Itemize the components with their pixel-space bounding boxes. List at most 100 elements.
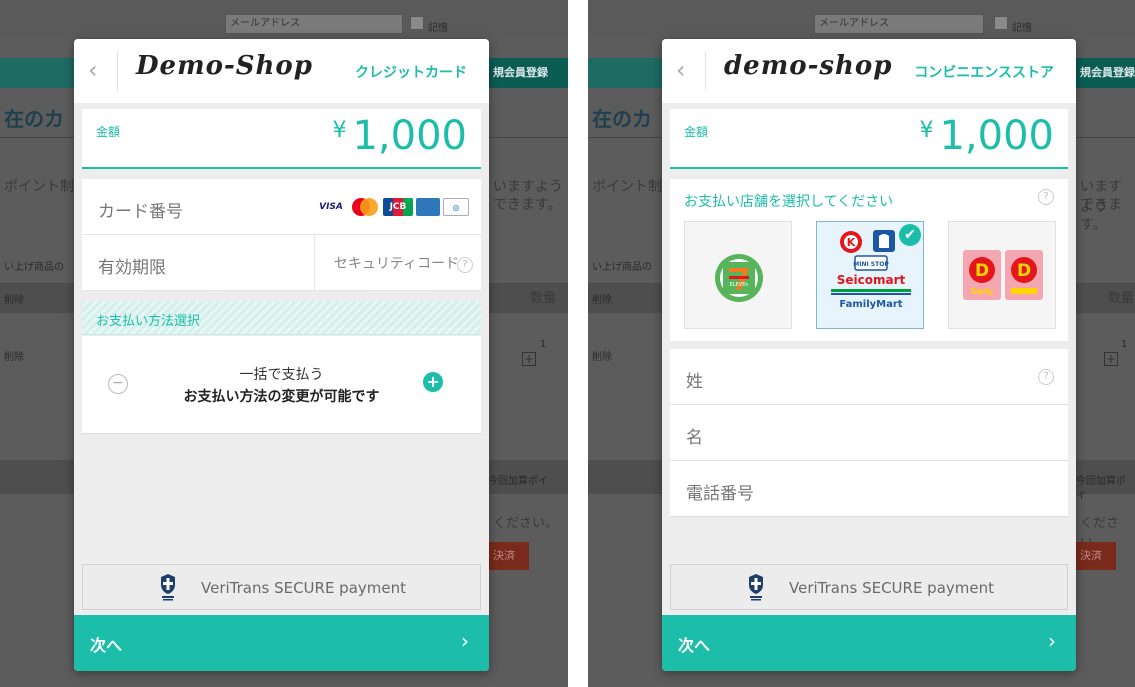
phone-field[interactable]: 電話番号: [670, 461, 1068, 517]
ministop-label: MINI STOP: [853, 261, 889, 268]
bg-heading-2: 在のカ: [592, 107, 652, 131]
card-form: カード番号 VISA JCB ◎ 有効期限 セキュリティコード ?: [82, 179, 481, 291]
bg-remember-checkbox-2: [994, 16, 1008, 30]
selected-check-icon: ✔: [899, 224, 921, 246]
next-button-label: 次へ: [90, 636, 123, 655]
secure-payment-text-2: VeriTrans SECURE payment: [789, 579, 995, 597]
payment-type-title-2: コンビニエンスストア: [914, 65, 1054, 81]
yen-symbol-2: ¥: [919, 118, 934, 143]
next-button-label-2: 次へ: [678, 636, 711, 655]
shop-logo: Demo-Shop: [136, 51, 313, 81]
bg-quantity-value: 1: [540, 339, 547, 350]
secure-payment-text: VeriTrans SECURE payment: [201, 579, 407, 597]
bg-point-text: ポイント制: [4, 179, 74, 195]
amex-logo: [416, 198, 440, 216]
last-name-help-icon[interactable]: ?: [1038, 369, 1054, 385]
card-brand-logos: VISA JCB ◎: [315, 197, 469, 217]
payment-option-label: 一括で支払う: [239, 367, 324, 383]
bg-remember-label-2: 記憶: [1012, 23, 1032, 34]
bg-email-placeholder: メールアドレス: [230, 18, 300, 29]
expiry-cvv-divider: [314, 235, 315, 291]
bg-points-label: 今回加算ポイ: [488, 476, 548, 487]
amount-label-2: 金額: [684, 125, 709, 139]
secure-shield-icon-2: [749, 574, 763, 601]
bg-register-button: 規会員登録: [489, 58, 568, 88]
bg-point-text-2: ポイント制: [592, 179, 662, 195]
convenience-store-modal: ‹ demo-shop コンビニエンスストア 金額 ¥1,000 お支払い店舗を…: [662, 39, 1076, 671]
svg-text:ELEVEn: ELEVEn: [730, 282, 749, 288]
card-number-field[interactable]: カード番号 VISA JCB ◎: [82, 179, 481, 235]
svg-text:K: K: [847, 236, 856, 249]
first-name-field[interactable]: 名: [670, 405, 1068, 461]
payment-method-heading: お支払い方法選択: [96, 314, 201, 329]
next-button-2[interactable]: 次へ ›: [662, 615, 1076, 671]
shop-logo-2: demo-shop: [724, 51, 893, 81]
bg-points-label-2: 今回加算ポイ: [1076, 476, 1126, 502]
first-name-placeholder: 名: [686, 428, 703, 448]
daily-yamazaki-logo-icon: D D Daily: [963, 250, 1043, 300]
header-divider-2: [705, 51, 706, 91]
bg-plus-icon-2: +: [1104, 352, 1118, 366]
credit-card-panel: メールアドレス 記憶 規会員登録 在のカ ポイント制 いますよう できます。 い…: [0, 0, 568, 687]
store-hint: お支払い店舗を選択してください: [684, 194, 894, 210]
payment-option-note: お支払い方法の変更が可能です: [183, 389, 380, 405]
expiry-row: 有効期限 セキュリティコード ?: [82, 235, 481, 291]
header-divider: [117, 51, 118, 91]
bg-quantity-label: 数量: [530, 291, 557, 306]
bg-delete-label-2: 削除: [4, 352, 24, 363]
amount-number: 1,000: [352, 113, 467, 159]
bg-quantity-value-2: 1: [1121, 339, 1128, 350]
secure-payment-banner-2: VeriTrans SECURE payment: [670, 564, 1068, 610]
card-number-placeholder: カード番号: [98, 202, 183, 222]
last-name-placeholder: 姓: [686, 372, 703, 392]
mastercard-logo: [350, 197, 380, 217]
bg-delete-label: 削除: [4, 295, 24, 306]
bg-notice-1: いますよう: [493, 179, 563, 195]
svg-text:D: D: [975, 261, 989, 281]
jcb-logo: JCB: [383, 198, 413, 216]
plus-circle-icon[interactable]: +: [423, 372, 443, 392]
chevron-right-icon: ›: [461, 629, 469, 653]
seicomart-label: Seicomart: [837, 273, 906, 287]
convenience-store-panel: メールアドレス 記憶 規会員登録 在のカ ポイント制 いますよう できます。 い…: [588, 0, 1135, 687]
store-tile-seven-eleven[interactable]: ELEVEn: [684, 221, 792, 329]
store-help-icon[interactable]: ?: [1038, 189, 1054, 205]
modal-header: ‹ Demo-Shop クレジットカード: [74, 39, 489, 103]
amount-value-2: ¥1,000: [919, 113, 1054, 159]
expiry-placeholder[interactable]: 有効期限: [98, 253, 166, 278]
amount-number-2: 1,000: [939, 113, 1054, 159]
bg-email-input-2: メールアドレス: [814, 14, 984, 34]
bg-delete-label-3: 削除: [592, 295, 612, 306]
security-code-placeholder[interactable]: セキュリティコード: [334, 253, 459, 273]
bg-remember-checkbox: [410, 16, 424, 30]
payment-method-section: お支払い方法選択: [82, 301, 481, 335]
back-chevron-icon[interactable]: ‹: [88, 57, 108, 85]
payment-option-selector: − 一括で支払う お支払い方法の変更が可能です +: [82, 336, 481, 434]
chevron-right-icon-2: ›: [1048, 629, 1056, 653]
store-tile-daily-yamazaki[interactable]: D D Daily: [948, 221, 1056, 329]
bg-quantity-label-2: 数量: [1108, 291, 1135, 306]
bg-heading: 在のカ: [4, 107, 64, 131]
seven-eleven-logo-icon: ELEVEn: [715, 254, 763, 302]
last-name-field[interactable]: 姓 ?: [670, 349, 1068, 405]
bg-remember-label: 記憶: [428, 23, 448, 34]
diners-logo: ◎: [443, 198, 469, 216]
bg-settle-button-2: 決済: [1076, 542, 1116, 570]
yen-symbol: ¥: [332, 118, 347, 143]
bg-notice-2-2: できます。: [1080, 197, 1122, 233]
bg-register-button-2: 規会員登録: [1076, 58, 1135, 88]
bg-product-label: い上げ商品の: [4, 262, 64, 273]
back-chevron-icon-2[interactable]: ‹: [676, 57, 696, 85]
phone-placeholder: 電話番号: [686, 484, 754, 504]
amount-box: 金額 ¥1,000: [82, 109, 481, 169]
credit-card-modal: ‹ Demo-Shop クレジットカード 金額 ¥1,000 カード番号 VIS…: [74, 39, 489, 671]
modal-header-2: ‹ demo-shop コンビニエンスストア: [662, 39, 1076, 103]
next-button[interactable]: 次へ ›: [74, 615, 489, 671]
bg-email-placeholder-2: メールアドレス: [819, 18, 889, 29]
bg-notice-2: できます。: [493, 197, 562, 213]
security-code-help-icon[interactable]: ?: [457, 257, 473, 273]
amount-label: 金額: [96, 125, 121, 139]
bg-plus-icon: +: [522, 352, 536, 366]
store-tile-seicomart-familymart[interactable]: K MINI STOP Seicomart FamilyMart ✔: [816, 221, 924, 329]
bg-please-text: ください。: [493, 516, 559, 531]
